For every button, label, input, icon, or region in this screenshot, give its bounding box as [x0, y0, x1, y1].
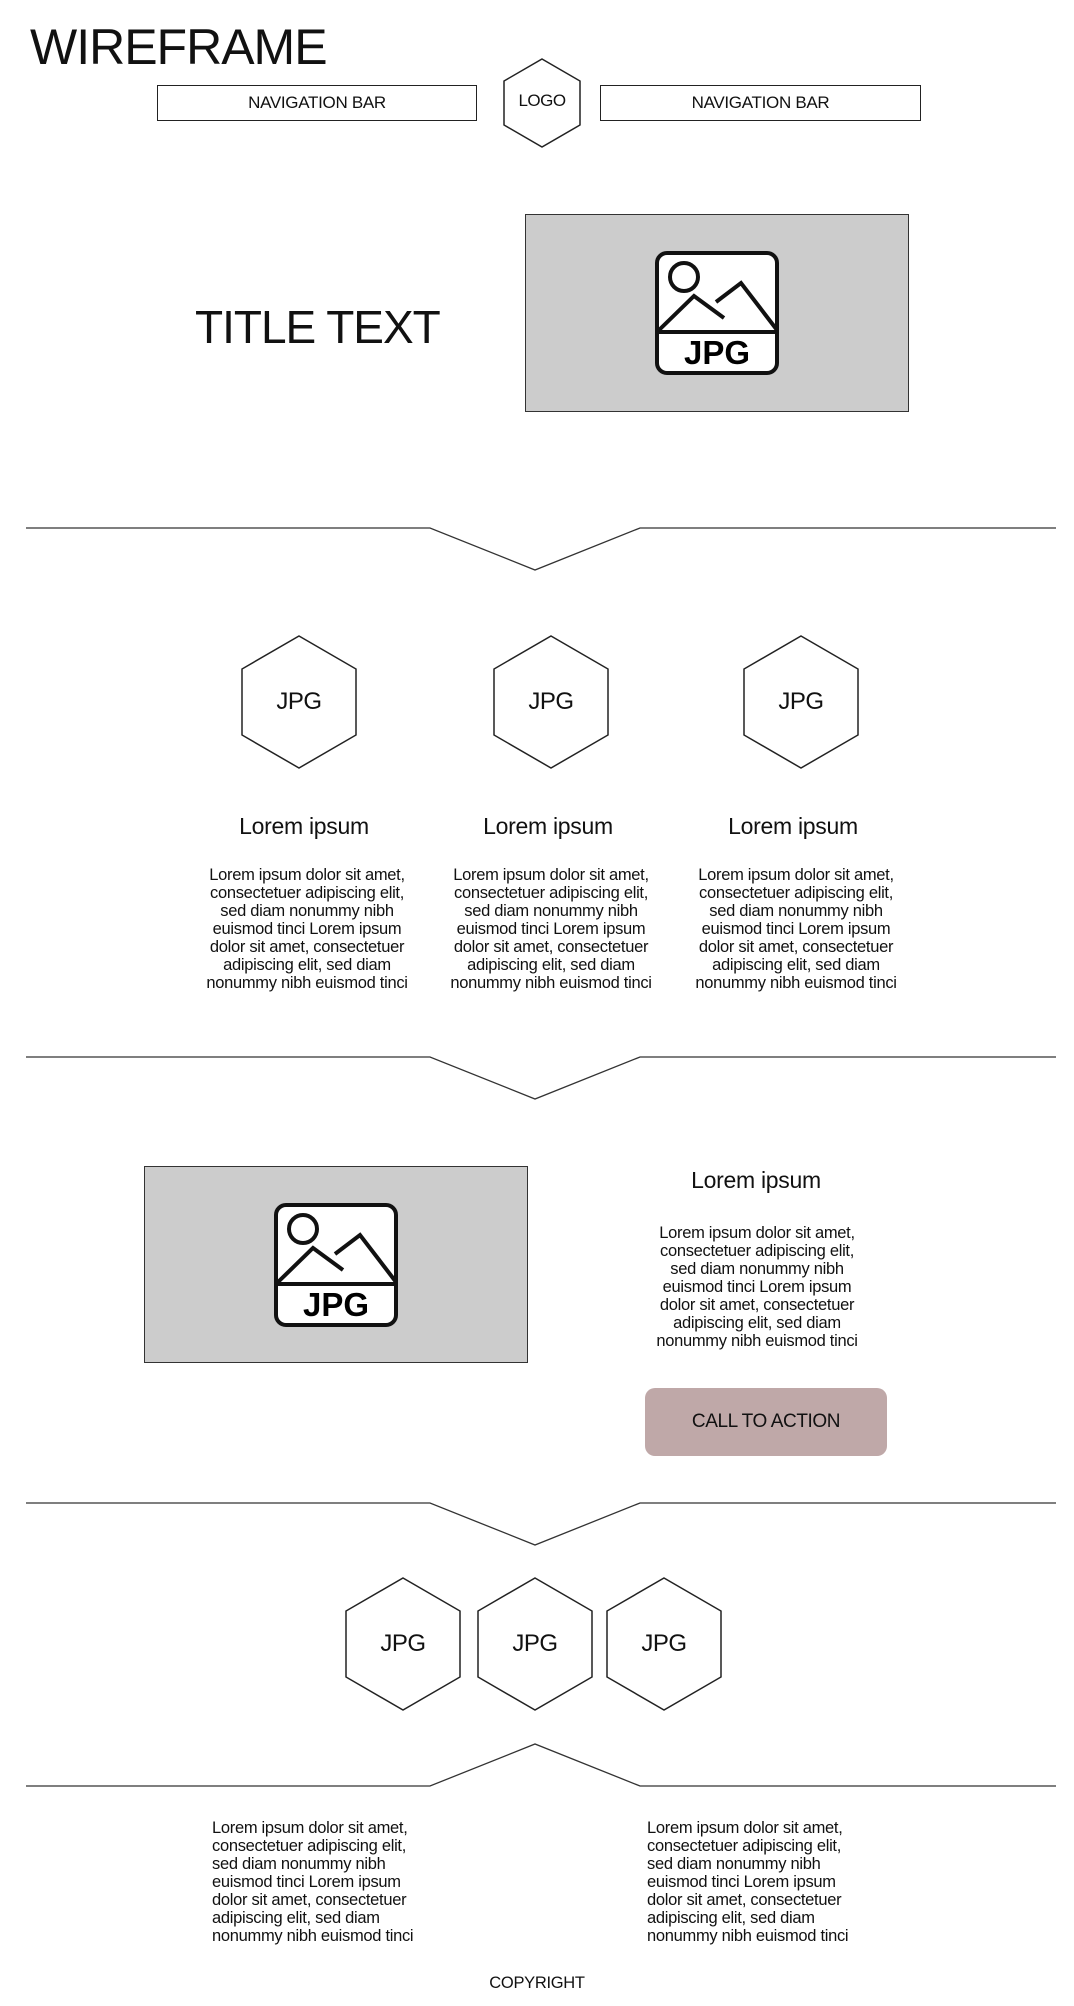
logo-label: LOGO	[518, 91, 566, 110]
footer-text-right: Lorem ipsum dolor sit amet, consectetuer…	[647, 1819, 849, 1945]
gallery-image-3-label: JPG	[641, 1630, 687, 1657]
promo-image-placeholder: JPG	[144, 1166, 528, 1363]
section-divider	[26, 527, 1056, 571]
gallery-image-1: JPG	[345, 1577, 461, 1711]
section-divider	[26, 1056, 1056, 1100]
feature-text-2: Lorem ipsum dolor sit amet, consectetuer…	[450, 866, 652, 992]
promo-title: Lorem ipsum	[691, 1167, 821, 1193]
feature-image-2-label: JPG	[528, 688, 574, 715]
page-heading: WIREFRAME	[30, 19, 328, 75]
hero-image-placeholder: JPG	[525, 214, 909, 412]
hero-image-label: JPG	[684, 334, 750, 371]
nav-bar-right-label: NAVIGATION BAR	[691, 93, 830, 112]
footer-text-left: Lorem ipsum dolor sit amet, consectetuer…	[212, 1819, 414, 1945]
nav-bar-left-label: NAVIGATION BAR	[248, 93, 386, 112]
promo-image-label: JPG	[303, 1286, 369, 1323]
jpg-image-icon: JPG	[655, 251, 779, 375]
section-divider	[26, 1743, 1056, 1787]
feature-text-1: Lorem ipsum dolor sit amet, consectetuer…	[206, 866, 408, 992]
feature-title-2: Lorem ipsum	[483, 813, 613, 839]
jpg-image-icon: JPG	[274, 1202, 398, 1327]
feature-text-3: Lorem ipsum dolor sit amet, consectetuer…	[695, 866, 897, 992]
promo-text: Lorem ipsum dolor sit amet, consectetuer…	[656, 1224, 858, 1350]
gallery-image-3: JPG	[606, 1577, 722, 1711]
feature-image-1-label: JPG	[276, 688, 322, 715]
feature-title-1: Lorem ipsum	[239, 813, 369, 839]
feature-image-3: JPG	[743, 635, 859, 769]
feature-image-1: JPG	[241, 635, 357, 769]
feature-image-2: JPG	[493, 635, 609, 769]
call-to-action-button[interactable]: CALL TO ACTION	[645, 1388, 887, 1456]
call-to-action-label: CALL TO ACTION	[691, 1411, 841, 1432]
copyright: COPYRIGHT	[489, 1974, 585, 1992]
gallery-image-1-label: JPG	[380, 1630, 426, 1657]
nav-bar-right[interactable]: NAVIGATION BAR	[600, 85, 921, 121]
nav-bar-left[interactable]: NAVIGATION BAR	[157, 85, 477, 121]
gallery-image-2-label: JPG	[512, 1630, 558, 1657]
feature-title-3: Lorem ipsum	[728, 813, 858, 839]
section-divider	[26, 1502, 1056, 1546]
logo[interactable]: LOGO	[503, 58, 581, 148]
feature-image-3-label: JPG	[778, 688, 824, 715]
hero-title: TITLE TEXT	[195, 301, 441, 353]
gallery-image-2: JPG	[477, 1577, 593, 1711]
